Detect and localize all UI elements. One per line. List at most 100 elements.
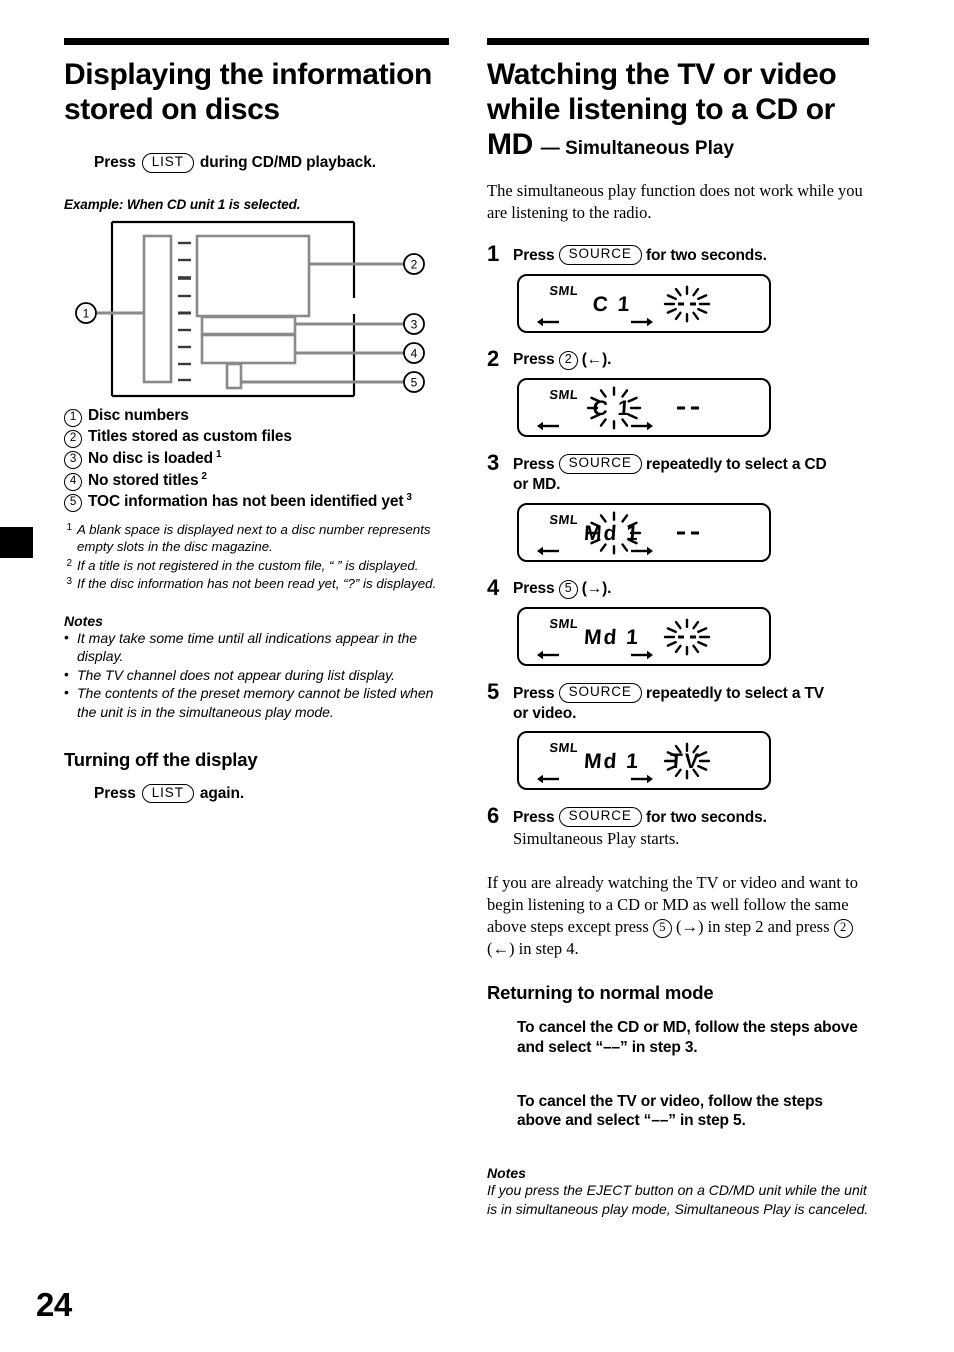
source-button[interactable]: SOURCE [558, 682, 642, 703]
legend-footnote-mark: 2 [201, 470, 207, 482]
page-number: 24 [36, 1286, 72, 1323]
step-row: 2 Press 2 (←). [487, 347, 869, 370]
lcd-mode-indicator: SML [549, 283, 579, 298]
returning-items: To cancel the CD or MD, follow the steps… [517, 1018, 869, 1131]
disc-list-diagram: 1 2 3 4 5 [64, 218, 449, 400]
step-suffix-line2: or video. [513, 704, 577, 722]
lcd-display: SML Md 1 [517, 606, 771, 666]
legend-item: 5 TOC information has not been identified… [64, 491, 449, 513]
press-list-again-instruction: Press LIST again. [94, 783, 449, 804]
lcd-left-arrow-icon [537, 775, 559, 784]
step-suffix: for two seconds. [641, 809, 767, 827]
page-title-right-sub: — Simultaneous Play [540, 138, 735, 160]
legend-number: 3 [64, 451, 82, 470]
footnote-text: If the disc information has not been rea… [77, 576, 437, 592]
svg-text:3: 3 [411, 318, 418, 332]
footnote-mark: 1 [66, 521, 72, 533]
after-steps-paragraph: If you are already watching the TV or vi… [487, 872, 869, 960]
lcd-mode-indicator: SML [549, 512, 579, 527]
step-block: 6 Press SOURCE for two seconds. Simultaneo… [487, 804, 869, 850]
preset-button-2[interactable]: 2 [558, 350, 578, 370]
svg-text:C 1: C 1 [592, 397, 632, 420]
lcd-display-wrapper: SML Md 1 [517, 606, 869, 666]
section-rule-left [64, 38, 449, 45]
step-press-label: Press [513, 684, 559, 702]
after-steps-mid1: (→) in step 2 and press [676, 917, 830, 937]
svg-text:SML: SML [549, 512, 579, 527]
footnote-text: A blank space is displayed next to a dis… [77, 521, 431, 555]
preset-button-5[interactable]: 5 [558, 579, 578, 599]
list-button-2[interactable]: LIST [141, 783, 194, 804]
svg-text:SML: SML [549, 283, 579, 298]
svg-text:TV: TV [669, 751, 701, 774]
step-row: 3 Press SOURCE repeatedly to select a CD o… [487, 451, 869, 495]
legend-label: No stored titles 2 [88, 470, 207, 489]
step-block: 5 Press SOURCE repeatedly to select a TV o… [487, 680, 869, 791]
step-suffix-line2: or MD. [513, 475, 561, 493]
notes-text-right: If you press the EJECT button on a CD/MD… [487, 1182, 869, 1217]
press-again-label: Press [94, 784, 136, 802]
section-rule-right [487, 38, 869, 45]
page-title-left: Displaying the information stored on dis… [64, 58, 432, 127]
svg-text:1: 1 [83, 307, 90, 321]
lcd-display-wrapper: SML C 1 [517, 378, 869, 438]
returning-item: To cancel the TV or video, follow the st… [517, 1092, 823, 1130]
lcd-right-arrow-icon [631, 421, 653, 431]
notes-list-left: It may take some time until all indicati… [64, 628, 449, 722]
step-block: 2 Press 2 (←). SML C 1 [487, 347, 869, 438]
lcd-main-text: C 1 [592, 397, 632, 420]
lcd-display-wrapper: SML C 1 [517, 273, 869, 333]
legend-label: No disc is loaded 1 [88, 449, 222, 468]
step-text: Press SOURCE repeatedly to select a TV or… [513, 680, 869, 724]
lcd-display: SML C 1 [517, 273, 771, 333]
notes-heading-right: Notes [487, 1165, 526, 1182]
step-number: 5 [487, 678, 500, 704]
step-press-label: Press [513, 350, 559, 368]
lcd-main-text: Md 1 [583, 522, 640, 545]
footnote-item: 1 A blank space is displayed next to a di… [64, 521, 449, 556]
svg-text:4: 4 [411, 347, 418, 361]
lcd-blink-rays-right [663, 285, 711, 323]
steps-container: 1 Press SOURCE for two seconds. SML C 1 2 Pre… [487, 242, 869, 850]
legend-footnote-mark: 1 [215, 449, 222, 461]
turning-off-heading: Turning off the display [64, 748, 258, 770]
preset-button-5[interactable]: 5 [652, 919, 672, 939]
note-item: It may take some time until all indicati… [64, 628, 449, 666]
lcd-display: SML Md 1 [517, 502, 771, 562]
lcd-left-arrow-icon [537, 546, 559, 555]
lcd-blink-rays-right [663, 618, 711, 656]
step-number: 4 [487, 574, 500, 600]
after-steps-mid2: (←) in step 4. [487, 939, 579, 959]
source-button[interactable]: SOURCE [558, 454, 642, 474]
footnote-mark: 2 [66, 557, 72, 569]
source-button[interactable]: SOURCE [558, 807, 642, 828]
left-column: Displaying the information stored on dis… [64, 38, 449, 804]
svg-text:C 1: C 1 [592, 293, 632, 316]
svg-text:SML: SML [549, 741, 579, 756]
lcd-left-arrow-icon [537, 650, 559, 660]
footnote-list: 1 A blank space is displayed next to a di… [64, 521, 449, 593]
step-text: Press 5 (→). [513, 576, 869, 599]
legend-number: 5 [64, 494, 82, 513]
svg-text:Md 1: Md 1 [583, 751, 640, 774]
step-text: Press SOURCE repeatedly to select a CD or… [513, 451, 869, 495]
step-text: Press SOURCE for two seconds. Simultaneou… [513, 804, 869, 850]
page-title-right: Watching the TV or video while listening… [487, 57, 869, 162]
right-column: Watching the TV or video while listening… [487, 38, 869, 1218]
footnote-mark: 3 [66, 576, 72, 588]
legend-number: 4 [64, 472, 82, 491]
note-item: The TV channel does not appear during li… [64, 665, 449, 685]
step-press-label: Press [513, 809, 559, 827]
list-button[interactable]: LIST [141, 153, 194, 174]
lcd-display: SML C 1 [517, 378, 771, 438]
lcd-right-arrow-icon [631, 650, 653, 660]
legend-item: 4 No stored titles 2 [64, 470, 449, 492]
step-press-label: Press [513, 579, 559, 597]
diagram-legend: 1 Disc numbers 2 Titles stored as custom fi… [64, 406, 449, 513]
intro-paragraph: The simultaneous play function does not … [487, 181, 863, 223]
source-button[interactable]: SOURCE [558, 245, 642, 266]
lcd-main-text: C 1 [592, 293, 632, 316]
lcd-right-text: TV [669, 751, 701, 774]
preset-button-2[interactable]: 2 [833, 919, 853, 939]
lcd-main-text: Md 1 [583, 626, 640, 649]
